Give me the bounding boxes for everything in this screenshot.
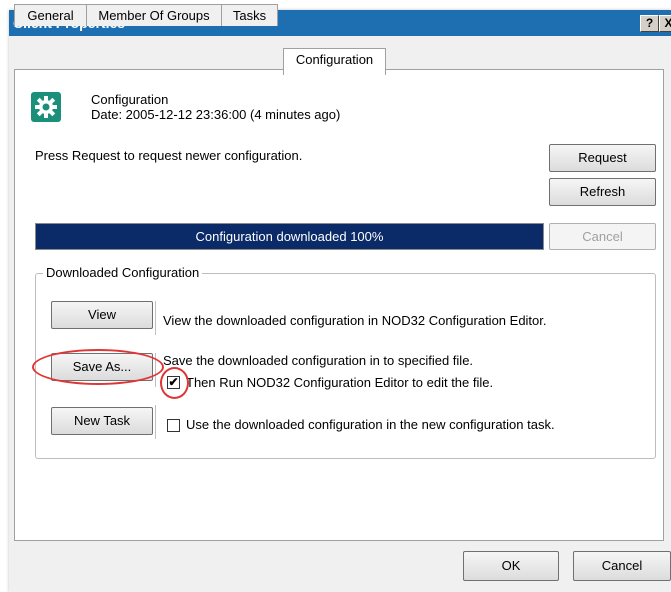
cancel-download-button[interactable]: Cancel [549, 223, 656, 250]
refresh-button[interactable]: Refresh [549, 178, 656, 206]
help-button[interactable]: ? [640, 15, 659, 32]
gear-icon [31, 92, 61, 122]
group-title: Downloaded Configuration [43, 265, 203, 280]
tab-tasks[interactable]: Tasks [221, 4, 278, 26]
request-button[interactable]: Request [549, 144, 656, 172]
separator [155, 301, 156, 335]
instruction-text: Press Request to request newer configura… [35, 148, 303, 163]
tab-general[interactable]: General [14, 4, 87, 26]
run-editor-checkbox[interactable]: ✔ [167, 376, 180, 389]
separator [155, 405, 156, 439]
save-as-button[interactable]: Save As... [51, 353, 153, 381]
new-task-label: Use the downloaded configuration in the … [186, 417, 555, 432]
run-editor-label: Then Run NOD32 Configuration Editor to e… [186, 375, 494, 390]
view-description: View the downloaded configuration in NOD… [163, 313, 547, 328]
ok-button[interactable]: OK [463, 551, 559, 581]
view-button[interactable]: View [51, 301, 153, 329]
download-progress-bar: Configuration downloaded 100% [35, 223, 544, 250]
config-date: Date: 2005-12-12 23:36:00 (4 minutes ago… [91, 107, 341, 122]
close-button[interactable]: X [659, 15, 671, 32]
config-title: Configuration [91, 92, 169, 107]
new-task-button[interactable]: New Task [51, 407, 153, 435]
separator [155, 353, 156, 387]
new-task-checkbox[interactable] [167, 419, 180, 432]
tab-member-of-groups[interactable]: Member Of Groups [86, 4, 222, 26]
progress-label: Configuration downloaded 100% [195, 229, 384, 244]
save-description: Save the downloaded configuration in to … [163, 353, 474, 368]
tab-configuration[interactable]: Configuration [283, 48, 386, 75]
cancel-button[interactable]: Cancel [573, 551, 671, 581]
